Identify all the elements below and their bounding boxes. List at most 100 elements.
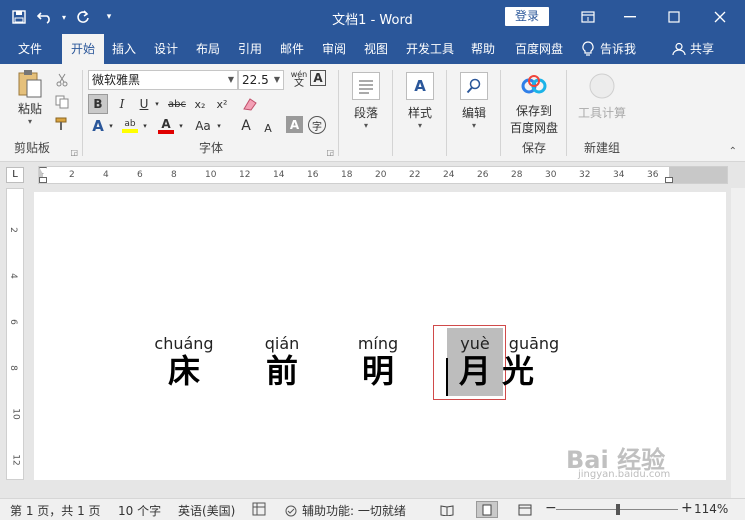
change-case-dropdown-icon[interactable]: ▾ <box>214 116 224 136</box>
superscript-button[interactable]: x² <box>212 94 232 114</box>
hanging-indent-marker[interactable] <box>39 177 47 183</box>
zoom-level[interactable]: 114% <box>694 502 728 516</box>
font-size-combo[interactable]: 22.5 ▼ <box>238 70 284 90</box>
paste-dropdown-icon[interactable]: ▾ <box>10 117 50 126</box>
macro-record-icon[interactable] <box>252 502 266 519</box>
font-color-icon[interactable]: A <box>156 116 176 136</box>
ruby-char[interactable]: míng 明 <box>346 334 410 389</box>
editing-button[interactable]: 编辑 ▾ <box>454 72 494 130</box>
ruler-tick-label: 30 <box>545 170 557 180</box>
baidu-watermark-url: jingyan.baidu.com <box>578 469 671 480</box>
person-icon <box>672 42 686 56</box>
tab-help[interactable]: 帮助 <box>464 34 502 64</box>
language-indicator[interactable]: 英语(美国) <box>178 502 235 519</box>
group-separator <box>566 70 567 156</box>
grow-font-button[interactable]: A <box>236 116 256 136</box>
tab-review[interactable]: 审阅 <box>316 34 352 64</box>
highlight-dropdown-icon[interactable]: ▾ <box>140 116 150 136</box>
tab-references[interactable]: 引用 <box>232 34 268 64</box>
paragraph-button[interactable]: 段落 ▾ <box>346 72 386 130</box>
ruby-char[interactable]: yuè 月 <box>443 334 507 389</box>
save-icon[interactable] <box>8 6 30 28</box>
font-name-combo[interactable]: 微软雅黑 ▼ <box>88 70 238 90</box>
share-button[interactable]: 共享 <box>672 34 728 64</box>
tab-file[interactable]: 文件 <box>8 34 52 64</box>
format-painter-icon[interactable] <box>52 114 72 134</box>
customize-qat-icon[interactable]: ▾ <box>98 6 120 28</box>
page-count[interactable]: 第 1 页，共 1 页 <box>10 502 101 519</box>
maximize-icon[interactable] <box>651 0 697 34</box>
close-icon[interactable] <box>697 0 743 34</box>
strikethrough-button[interactable]: abc <box>166 94 188 114</box>
minimize-icon[interactable] <box>607 0 653 34</box>
change-case-button[interactable]: Aa <box>192 116 214 136</box>
ruby-char[interactable]: chuáng 床 <box>152 334 216 389</box>
tab-selector[interactable]: L <box>6 167 24 183</box>
horizontal-ruler-area: L 2 4 6 8 10 12 14 16 18 20 22 24 26 28 30 32 34 36 <box>0 162 745 188</box>
copy-icon[interactable] <box>52 92 72 112</box>
document-page[interactable]: chuáng 床 qián 前 míng 明 yuè 月 guāng 光 <box>34 192 726 480</box>
character-border-button[interactable]: A <box>310 70 326 86</box>
font-size-dropdown-icon: ▼ <box>273 75 280 84</box>
collapse-ribbon-icon[interactable]: ⌃ <box>729 146 737 157</box>
highlight-color-swatch <box>122 129 138 133</box>
vertical-scrollbar[interactable] <box>731 188 745 498</box>
highlight-pen-glyph: ab <box>124 119 136 129</box>
undo-icon[interactable] <box>34 6 56 28</box>
clear-formatting-icon[interactable] <box>240 94 260 114</box>
styles-button[interactable]: A 样式 ▾ <box>400 72 440 130</box>
tab-baidu-netdisk[interactable]: 百度网盘 <box>508 34 570 64</box>
tab-developer[interactable]: 开发工具 <box>400 34 460 64</box>
undo-dropdown-icon[interactable]: ▾ <box>60 6 68 28</box>
highlight-color-icon[interactable]: ab <box>120 116 140 136</box>
character-shading-button[interactable]: A <box>286 116 303 133</box>
zoom-out-button[interactable]: − <box>545 500 557 516</box>
vertical-ruler-tick-label: 12 <box>10 454 21 466</box>
clipboard-launcher-icon[interactable]: ◲ <box>70 148 78 157</box>
subscript-button[interactable]: x₂ <box>190 94 210 114</box>
accessibility-status[interactable]: 辅助功能: 一切就绪 <box>284 502 406 519</box>
ruler-tick-label: 12 <box>239 170 251 180</box>
read-mode-icon[interactable] <box>436 501 458 518</box>
tab-home[interactable]: 开始 <box>62 34 104 64</box>
shrink-font-button[interactable]: A <box>258 118 278 138</box>
tool-calculate-button[interactable]: 工具计算 <box>572 72 632 121</box>
tab-layout[interactable]: 布局 <box>190 34 226 64</box>
ribbon-display-options-icon[interactable] <box>565 0 611 34</box>
paste-button[interactable]: 粘贴 ▾ <box>10 70 50 126</box>
font-launcher-icon[interactable]: ◲ <box>326 148 334 157</box>
share-label: 共享 <box>690 42 715 56</box>
ruler-tick-label: 2 <box>69 170 75 180</box>
zoom-slider[interactable] <box>556 504 678 515</box>
word-count[interactable]: 10 个字 <box>118 502 161 519</box>
redo-icon[interactable] <box>72 6 94 28</box>
right-indent-marker[interactable] <box>665 177 673 183</box>
tab-mailings[interactable]: 邮件 <box>274 34 310 64</box>
underline-button[interactable]: U <box>134 94 154 114</box>
cut-icon[interactable] <box>52 70 72 90</box>
font-color-dropdown-icon[interactable]: ▾ <box>176 116 186 136</box>
text-effects-icon[interactable]: A <box>88 116 108 136</box>
ruby-char[interactable]: qián 前 <box>250 334 314 389</box>
vertical-ruler[interactable]: 2 4 6 8 10 12 <box>6 188 24 480</box>
phonetic-guide-button[interactable]: wén 文 <box>288 69 310 89</box>
zoom-in-button[interactable]: + <box>681 500 693 516</box>
zoom-slider-thumb[interactable] <box>616 504 620 515</box>
horizontal-ruler[interactable]: 2 4 6 8 10 12 14 16 18 20 22 24 26 28 30 32 34 36 <box>38 166 728 184</box>
bold-button[interactable]: B <box>88 94 108 114</box>
italic-button[interactable]: I <box>112 94 132 114</box>
font-color-glyph: A <box>161 117 171 131</box>
font-name-value: 微软雅黑 <box>92 73 141 87</box>
underline-dropdown-icon[interactable]: ▾ <box>152 94 162 114</box>
tell-me-search[interactable]: 告诉我 <box>580 34 652 64</box>
print-layout-icon[interactable] <box>476 501 498 518</box>
ruby-char[interactable]: guāng 光 <box>502 334 566 389</box>
text-effects-dropdown-icon[interactable]: ▾ <box>106 116 116 136</box>
tab-insert[interactable]: 插入 <box>106 34 142 64</box>
tab-design[interactable]: 设计 <box>148 34 184 64</box>
web-layout-icon[interactable] <box>514 501 536 518</box>
tab-view[interactable]: 视图 <box>358 34 394 64</box>
enclose-characters-button[interactable]: 字 <box>308 116 326 134</box>
save-to-baidu-button[interactable]: 保存到 百度网盘 <box>504 72 564 136</box>
login-button[interactable]: 登录 <box>505 7 549 26</box>
